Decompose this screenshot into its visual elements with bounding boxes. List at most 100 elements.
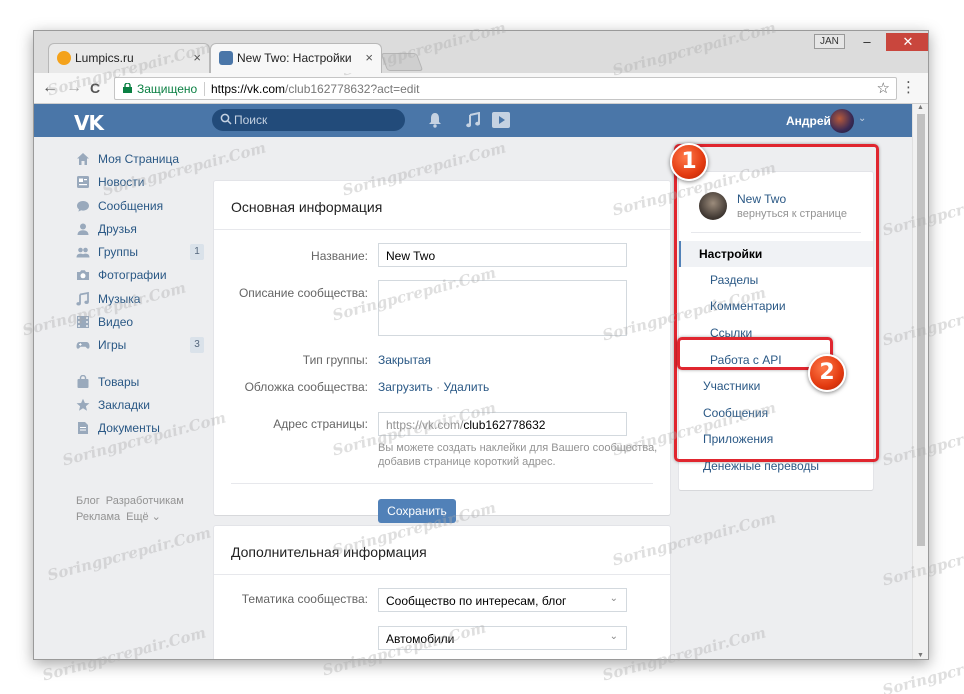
left-menu-label: Товары — [98, 374, 140, 389]
secure-label: Защищено — [137, 82, 198, 96]
left-menu-label: Моя Страница — [98, 152, 180, 166]
group-type-link[interactable]: Закрытая — [378, 353, 431, 367]
left-menu-label: Друзья — [98, 221, 137, 236]
left-menu-label: Музыка — [98, 291, 141, 306]
footer-link-developers[interactable]: Разработчикам — [106, 495, 184, 507]
left-menu-item-video[interactable]: Видео — [74, 312, 204, 335]
left-menu-item-friends[interactable]: Друзья — [74, 219, 204, 242]
left-menu-item-documents[interactable]: Документы — [74, 418, 204, 441]
user-avatar[interactable] — [830, 109, 854, 133]
groups-count-badge: 1 — [190, 244, 204, 261]
left-menu-item-bookmarks[interactable]: Закладки — [74, 395, 204, 418]
left-menu-label: Фотографии — [98, 268, 167, 283]
vk-header: VK Поиск Андрей ⌄ — [34, 104, 914, 137]
close-window-button[interactable]: ✕ — [886, 33, 928, 51]
save-button[interactable]: Сохранить — [378, 499, 456, 523]
reload-icon[interactable]: C — [90, 79, 100, 97]
games-icon — [76, 342, 90, 350]
notifications-bell-icon[interactable] — [428, 112, 442, 128]
music-icon — [76, 291, 89, 306]
left-menu-label: Группы — [98, 245, 138, 260]
extra-info-title: Дополнительная информация — [231, 544, 427, 560]
games-count-badge: 3 — [190, 337, 204, 354]
cover-actions: Загрузить · Удалить — [378, 380, 490, 394]
address-separator — [204, 82, 205, 96]
url-host: https://vk.com — [211, 82, 286, 96]
left-menu-item-games[interactable]: Игры 3 — [74, 335, 204, 358]
subtopic-select[interactable]: Автомобили ⌄ — [378, 626, 627, 650]
left-menu-item-news[interactable]: Новости — [74, 172, 204, 195]
bookmark-star-icon[interactable]: ☆ — [877, 79, 890, 97]
browser-menu-icon[interactable]: ⋮ — [901, 79, 916, 97]
name-input[interactable]: New Two — [378, 243, 627, 267]
browser-titlebar: Lumpics.ru × New Two: Настройки × JAN – … — [34, 31, 928, 73]
cover-upload-link[interactable]: Загрузить — [378, 380, 433, 394]
subtopic-value: Автомобили — [386, 632, 455, 646]
card-divider — [214, 574, 670, 575]
left-menu-label: Сообщения — [98, 198, 164, 213]
footer-link-more[interactable]: Ещё ⌄ — [126, 511, 161, 523]
news-icon — [77, 176, 89, 189]
address-bar[interactable]: Защищено https://vk.com/club162778632?ac… — [114, 77, 897, 100]
profile-badge[interactable]: JAN — [814, 34, 845, 49]
vk-logo[interactable]: VK — [74, 111, 104, 135]
groups-icon — [76, 247, 90, 258]
back-arrow-icon[interactable]: ← — [42, 79, 58, 97]
address-prefix: https://vk.com/ — [386, 418, 464, 432]
description-textarea[interactable] — [378, 280, 627, 336]
left-menu-label: Видео — [98, 315, 134, 330]
address-label: Адрес страницы: — [273, 417, 368, 431]
highlight-box-settings-menu — [674, 144, 879, 462]
extra-info-card: Дополнительная информация Тематика сообщ… — [214, 526, 670, 659]
forward-arrow-icon[interactable]: → — [66, 79, 82, 97]
left-menu-item-photos[interactable]: Фотографии — [74, 265, 204, 288]
cover-delete-link[interactable]: Удалить — [443, 380, 489, 394]
home-icon — [77, 153, 89, 165]
left-menu-item-groups[interactable]: Группы 1 — [74, 242, 204, 265]
search-input[interactable] — [234, 112, 394, 128]
footer-link-blog[interactable]: Блог — [76, 495, 100, 507]
scroll-up-icon[interactable]: ▲ — [917, 104, 924, 111]
minimize-button[interactable]: – — [856, 33, 878, 51]
basic-info-card: Основная информация Название: New Two Оп… — [214, 181, 670, 523]
tab-close-icon[interactable]: × — [365, 44, 373, 72]
basic-info-title: Основная информация — [231, 199, 383, 215]
card-divider — [231, 483, 653, 484]
vk-favicon-icon — [219, 51, 233, 65]
card-divider — [214, 229, 670, 230]
camera-icon — [77, 270, 89, 281]
topic-select[interactable]: Сообщество по интересам, блог ⌄ — [378, 588, 627, 612]
cover-label: Обложка сообщества: — [244, 380, 368, 394]
vk-search-box[interactable] — [212, 109, 405, 131]
lumpics-favicon-icon — [57, 51, 71, 65]
url-path: /club162778632?act=edit — [285, 82, 420, 96]
document-icon — [78, 422, 88, 435]
scrollbar-thumb[interactable] — [917, 114, 925, 546]
play-icon[interactable] — [492, 112, 510, 128]
scroll-down-icon[interactable]: ▼ — [917, 652, 924, 659]
left-menu-item-music[interactable]: Музыка — [74, 289, 204, 312]
screenshot-stage: Lumpics.ru × New Two: Настройки × JAN – … — [0, 0, 964, 694]
user-name[interactable]: Андрей — [786, 114, 831, 128]
tab-lumpics[interactable]: Lumpics.ru × — [48, 43, 210, 73]
page-scrollbar[interactable]: ▲ ▼ — [912, 104, 928, 659]
tab-close-icon[interactable]: × — [193, 44, 201, 72]
address-input[interactable]: https://vk.com/club162778632 — [378, 412, 627, 436]
left-menu-label: Игры — [98, 338, 127, 353]
star-icon — [76, 398, 90, 411]
left-menu-footer: Блог Разработчикам Реклама Ещё ⌄ — [76, 493, 216, 525]
left-menu-label: Документы — [98, 421, 160, 436]
chevron-down-icon[interactable]: ⌄ — [858, 113, 866, 124]
left-menu-item-messages[interactable]: Сообщения — [74, 196, 204, 219]
left-menu-item-my-page[interactable]: Моя Страница — [74, 149, 204, 172]
url-text[interactable]: https://vk.com/club162778632?act=edit — [211, 82, 419, 96]
step-1-badge: 1 — [670, 143, 708, 181]
browser-toolbar: ← → C Защищено https://vk.com/club162778… — [34, 73, 928, 104]
left-menu-item-goods[interactable]: Товары — [74, 372, 204, 395]
music-note-icon[interactable] — [466, 112, 480, 128]
address-value: club162778632 — [463, 418, 546, 432]
footer-link-ads[interactable]: Реклама — [76, 511, 120, 523]
new-tab-button[interactable] — [380, 53, 424, 71]
messages-icon — [77, 200, 89, 212]
tab-vk-settings[interactable]: New Two: Настройки × — [210, 43, 382, 73]
